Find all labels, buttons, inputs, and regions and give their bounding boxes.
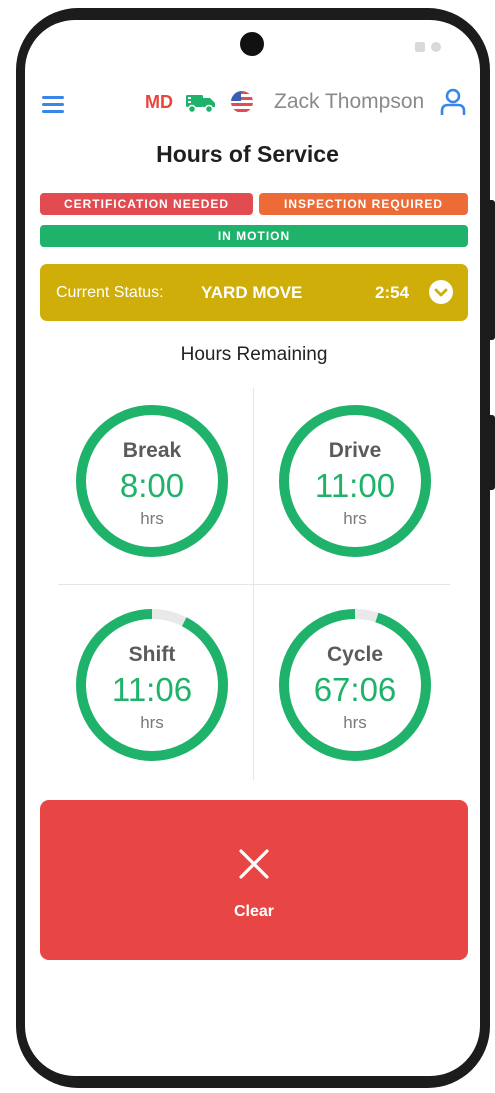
current-status-time: 2:54 (375, 283, 410, 302)
drive-gauge-title: Drive (328, 439, 382, 462)
truck-icon[interactable] (186, 92, 216, 114)
us-flag-icon[interactable] (230, 90, 254, 114)
menu-icon[interactable] (42, 96, 64, 113)
grid-divider-horizontal (58, 584, 450, 585)
state-indicator: MD (145, 92, 173, 113)
shift-gauge[interactable]: Shift 11:06 hrs (76, 609, 228, 761)
state-code: MD (145, 92, 173, 112)
drive-gauge-unit: hrs (343, 509, 367, 528)
battery-icon (431, 42, 441, 52)
cycle-gauge[interactable]: Cycle 67:06 hrs (279, 609, 431, 761)
cycle-gauge-value: 67:06 (313, 671, 397, 708)
drive-gauge-value: 11:00 (314, 467, 396, 504)
volume-button (489, 200, 495, 340)
page-title: Hours of Service (156, 141, 339, 167)
user-name[interactable]: Zack Thompson (274, 90, 424, 114)
current-status-label: Current Status: (56, 284, 164, 301)
user-profile-icon[interactable] (440, 88, 466, 116)
inspection-required-badge[interactable]: INSPECTION REQUIRED (259, 193, 468, 215)
cycle-gauge-unit: hrs (343, 713, 367, 732)
break-gauge-title: Break (122, 439, 182, 462)
front-camera (240, 32, 264, 56)
system-status-icons (415, 42, 441, 52)
hours-remaining-label: Hours Remaining (180, 344, 328, 365)
shift-gauge-value: 11:06 (111, 671, 193, 708)
shift-gauge-unit: hrs (140, 713, 164, 732)
signal-icon (415, 42, 425, 52)
shift-gauge-title: Shift (128, 643, 176, 666)
cycle-gauge-title: Cycle (326, 643, 384, 666)
current-status-value: YARD MOVE (201, 283, 303, 302)
drive-gauge[interactable]: Drive 11:00 hrs (279, 405, 431, 557)
close-icon (239, 849, 269, 879)
power-button (489, 415, 495, 490)
in-motion-badge: IN MOTION (40, 225, 468, 247)
certification-needed-badge[interactable]: CERTIFICATION NEEDED (40, 193, 253, 215)
break-gauge-unit: hrs (140, 509, 164, 528)
current-status-bar[interactable]: Current Status: YARD MOVE 2:54 (40, 264, 468, 321)
clear-button[interactable]: Clear (40, 800, 468, 960)
clear-button-label: Clear (233, 903, 275, 920)
chevron-down-icon[interactable] (429, 280, 453, 304)
break-gauge[interactable]: Break 8:00 hrs (76, 405, 228, 557)
break-gauge-value: 8:00 (119, 467, 185, 504)
